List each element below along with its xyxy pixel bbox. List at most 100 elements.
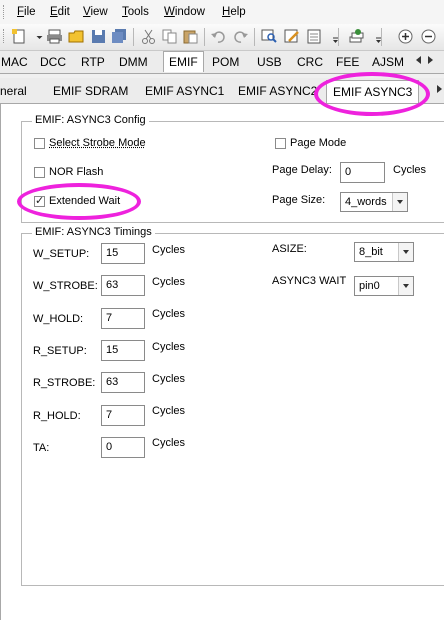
async3-wait-value: pin0 (359, 280, 380, 292)
asize-value: 8_bit (359, 246, 383, 258)
module-tab-row: MAC DCC RTP DMM EMIF POM USB CRC FEE AJS… (0, 51, 444, 74)
find-icon[interactable] (261, 28, 278, 45)
menu-grip (3, 5, 7, 19)
copy-icon[interactable] (161, 28, 178, 45)
r-strobe-label: R_STROBE: (33, 377, 95, 389)
scroll-right-icon[interactable] (437, 85, 442, 93)
tab-rtp[interactable]: RTP (81, 55, 105, 69)
tab-emif-async1[interactable]: EMIF ASYNC1 (145, 84, 224, 98)
overflow-chevron-icon[interactable] (327, 28, 334, 45)
w-setup-input[interactable]: 15 (101, 243, 145, 264)
select-strobe-mode-checkbox[interactable] (34, 138, 45, 149)
menu-bar: File Edit View Tools Window Help (0, 0, 444, 25)
scroll-right-icon[interactable] (428, 56, 433, 64)
nor-flash-label[interactable]: NOR Flash (49, 166, 103, 178)
tab-ajsm[interactable]: AJSM (372, 55, 404, 69)
async3-wait-select[interactable]: pin0 (354, 276, 414, 296)
chevron-down-icon[interactable] (398, 243, 413, 261)
nor-flash-checkbox[interactable] (34, 167, 45, 178)
tab-emif-async3[interactable]: EMIF ASYNC3 (326, 80, 419, 103)
tab-emif-sdram[interactable]: EMIF SDRAM (53, 84, 128, 98)
extended-wait-label[interactable]: Extended Wait (49, 195, 120, 207)
toolbar-separator (204, 28, 205, 46)
r-strobe-unit: Cycles (152, 373, 185, 385)
w-hold-unit: Cycles (152, 308, 185, 320)
w-hold-label: W_HOLD: (33, 313, 83, 325)
r-hold-input[interactable]: 7 (101, 405, 145, 426)
menu-tools[interactable]: Tools (122, 6, 149, 18)
page-size-value: 4_words (345, 196, 387, 208)
r-strobe-input[interactable]: 63 (101, 372, 145, 393)
page-size-label: Page Size: (272, 194, 325, 206)
page-delay-label: Page Delay: (272, 164, 332, 176)
chevron-down-icon[interactable] (392, 193, 407, 211)
tab-general[interactable]: neral (0, 84, 27, 98)
tab-dcc[interactable]: DCC (40, 55, 66, 69)
w-setup-label: W_SETUP: (33, 248, 89, 260)
save-icon[interactable] (90, 28, 107, 45)
menu-file[interactable]: File (17, 6, 36, 18)
extended-wait-checkbox[interactable] (34, 196, 45, 207)
new-dropdown-icon[interactable] (31, 28, 39, 45)
w-hold-value: 7 (106, 312, 112, 324)
edit-pencil-icon[interactable] (284, 28, 301, 45)
w-strobe-input[interactable]: 63 (101, 275, 145, 296)
menu-view[interactable]: View (83, 6, 108, 18)
tab-emif[interactable]: EMIF (163, 51, 204, 72)
r-setup-input[interactable]: 15 (101, 340, 145, 361)
tab-pom[interactable]: POM (212, 55, 239, 69)
asize-label: ASIZE: (272, 243, 307, 255)
ta-value: 0 (106, 441, 112, 453)
r-hold-unit: Cycles (152, 405, 185, 417)
ta-input[interactable]: 0 (101, 437, 145, 458)
toolbar-separator (133, 28, 134, 46)
scroll-left-icon[interactable] (416, 56, 421, 64)
page-mode-checkbox[interactable] (275, 138, 286, 149)
ta-unit: Cycles (152, 437, 185, 449)
page-mode-label[interactable]: Page Mode (290, 137, 346, 149)
zoom-in-icon[interactable] (397, 28, 414, 45)
select-strobe-mode-label[interactable]: Select Strobe Mode (49, 137, 146, 149)
tab-dmm[interactable]: DMM (119, 55, 148, 69)
async3-wait-label: ASYNC3 WAIT (272, 275, 346, 287)
menu-edit[interactable]: Edit (50, 6, 70, 18)
emif-tab-row: neral EMIF SDRAM EMIF ASYNC1 EMIF ASYNC2… (0, 78, 444, 104)
r-setup-value: 15 (106, 344, 118, 356)
document-icon[interactable] (306, 28, 323, 45)
tab-emif-async2[interactable]: EMIF ASYNC2 (238, 84, 317, 98)
toolbar-grip (3, 29, 7, 43)
tab-crc[interactable]: CRC (297, 55, 323, 69)
w-strobe-value: 63 (106, 279, 118, 291)
new-file-icon[interactable] (11, 28, 28, 45)
r-setup-label: R_SETUP: (33, 345, 87, 357)
tab-usb[interactable]: USB (257, 55, 282, 69)
r-setup-unit: Cycles (152, 341, 185, 353)
toolbar-separator (254, 28, 255, 46)
w-setup-unit: Cycles (152, 244, 185, 256)
asize-select[interactable]: 8_bit (354, 242, 414, 262)
w-hold-input[interactable]: 7 (101, 308, 145, 329)
tab-fee[interactable]: FEE (336, 55, 359, 69)
print-icon[interactable] (46, 28, 63, 45)
save-all-icon[interactable] (111, 28, 128, 45)
cut-icon[interactable] (140, 28, 157, 45)
menu-help[interactable]: Help (222, 6, 246, 18)
tab-mac[interactable]: MAC (1, 55, 28, 69)
toolbar-separator (338, 28, 339, 46)
undo-icon[interactable] (210, 28, 227, 45)
w-strobe-unit: Cycles (152, 276, 185, 288)
stack-icon[interactable] (348, 28, 365, 45)
page-size-select[interactable]: 4_words (340, 192, 408, 212)
ta-label: TA: (33, 442, 49, 454)
r-hold-label: R_HOLD: (33, 410, 81, 422)
redo-icon[interactable] (232, 28, 249, 45)
overflow-chevron-icon[interactable] (370, 28, 377, 45)
paste-icon[interactable] (182, 28, 199, 45)
open-folder-icon[interactable] (68, 28, 85, 45)
chevron-down-icon[interactable] (398, 277, 413, 295)
zoom-out-icon[interactable] (420, 28, 437, 45)
menu-window[interactable]: Window (164, 6, 205, 18)
page-delay-input[interactable]: 0 (340, 162, 385, 183)
r-hold-value: 7 (106, 409, 112, 421)
timings-legend: EMIF: ASYNC3 Timings (32, 226, 155, 238)
